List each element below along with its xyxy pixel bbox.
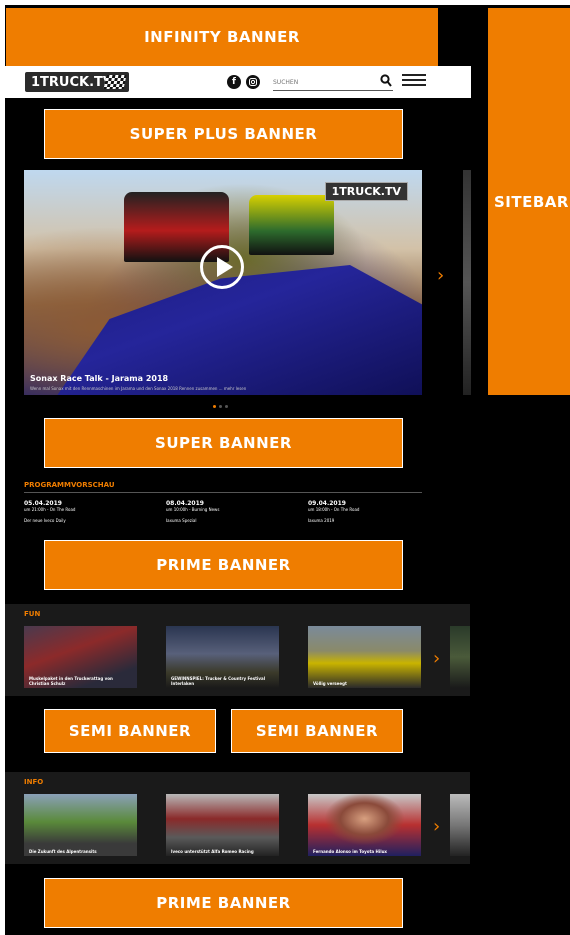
- video-title[interactable]: Sonax Race Talk - Jarama 2018: [30, 374, 168, 383]
- program-show: Iaxuma 2019: [308, 518, 335, 523]
- play-icon[interactable]: [200, 245, 244, 289]
- logo-text: 1TRUCK.TV: [31, 74, 113, 90]
- program-date: 05.04.2019: [24, 500, 62, 507]
- video-logo: 1TRUCK.TV: [324, 182, 408, 201]
- super-banner[interactable]: SUPER BANNER: [44, 418, 403, 468]
- semi-banner-left[interactable]: SEMI BANNER: [44, 709, 216, 753]
- prime-banner-bottom[interactable]: PRIME BANNER: [44, 878, 403, 928]
- thumb-caption: Fernando Alonso im Toyota Hilux: [313, 849, 387, 854]
- instagram-icon[interactable]: [246, 75, 260, 89]
- info-video-thumb[interactable]: Die Zukunft des Alpentransits: [24, 794, 137, 856]
- facebook-icon[interactable]: f: [227, 75, 241, 89]
- thumb-caption: GEWINNSPIEL: Trucker & Country Festival …: [171, 676, 266, 686]
- program-time: um 10:00h - Burning News: [166, 507, 220, 512]
- chevron-right-icon[interactable]: ›: [433, 816, 440, 837]
- carousel-dots[interactable]: [213, 405, 228, 408]
- infinity-banner[interactable]: INFINITY BANNER: [6, 8, 438, 66]
- next-fun-preview[interactable]: [450, 626, 470, 688]
- fun-video-thumb[interactable]: Muskelpaket in den Truckerattag von Chri…: [24, 626, 137, 688]
- carousel-dot[interactable]: [225, 405, 228, 408]
- super-plus-banner[interactable]: SUPER PLUS BANNER: [44, 109, 403, 159]
- fun-video-thumb[interactable]: Völlig verseegt: [308, 626, 421, 688]
- program-time: um 18:00h - On The Road: [308, 507, 360, 512]
- info-video-thumb[interactable]: Fernando Alonso im Toyota Hilux: [308, 794, 421, 856]
- checkered-flag-icon: [103, 75, 127, 89]
- program-show: Der neue Iveco Daily: [24, 518, 66, 523]
- chevron-right-icon[interactable]: ›: [433, 648, 440, 669]
- next-info-preview[interactable]: [450, 794, 470, 856]
- divider: [24, 492, 422, 493]
- program-item[interactable]: 05.04.2019 um 21:00h - On The Road Der n…: [24, 500, 75, 523]
- fun-title: FUN: [24, 610, 41, 618]
- featured-video[interactable]: 1TRUCK.TV Sonax Race Talk - Jarama 2018 …: [24, 170, 422, 395]
- thumb-caption: Die Zukunft des Alpentransits: [29, 849, 97, 854]
- site-logo[interactable]: 1TRUCK.TV: [25, 72, 129, 92]
- next-video-preview[interactable]: [463, 170, 471, 395]
- thumb-caption: Völlig verseegt: [313, 681, 347, 686]
- site-header: 1TRUCK.TV f: [5, 66, 471, 98]
- thumb-caption: Muskelpaket in den Truckerattag von Chri…: [29, 676, 113, 686]
- search-input[interactable]: [273, 75, 393, 91]
- semi-banner-right[interactable]: SEMI BANNER: [231, 709, 403, 753]
- menu-icon[interactable]: [402, 71, 426, 91]
- program-item[interactable]: 09.04.2019 um 18:00h - On The Road Iaxum…: [308, 500, 359, 523]
- carousel-dot[interactable]: [213, 405, 216, 408]
- info-video-thumb[interactable]: Iveco unterstützt Alfa Romeo Racing: [166, 794, 279, 856]
- program-date: 08.04.2019: [166, 500, 204, 507]
- program-time: um 21:00h - On The Road: [24, 507, 76, 512]
- thumb-caption: Iveco unterstützt Alfa Romeo Racing: [171, 849, 254, 854]
- program-title: PROGRAMMVORSCHAU: [24, 481, 115, 489]
- sitebar-banner[interactable]: SITEBAR: [488, 8, 570, 395]
- program-show: Iaxuma Spezial: [166, 518, 197, 523]
- chevron-right-icon[interactable]: ›: [437, 265, 444, 286]
- prime-banner[interactable]: PRIME BANNER: [44, 540, 403, 590]
- video-truck-yellow: [249, 195, 334, 255]
- search-icon[interactable]: [380, 74, 392, 88]
- video-subtitle: Wenn mal Sonax mit den Rennmaschinen im …: [30, 386, 247, 391]
- program-date: 09.04.2019: [308, 500, 346, 507]
- info-title: INFO: [24, 778, 44, 786]
- program-item[interactable]: 08.04.2019 um 10:00h - Burning News Iaxu…: [166, 500, 219, 523]
- fun-video-thumb[interactable]: GEWINNSPIEL: Trucker & Country Festival …: [166, 626, 279, 688]
- carousel-dot[interactable]: [219, 405, 222, 408]
